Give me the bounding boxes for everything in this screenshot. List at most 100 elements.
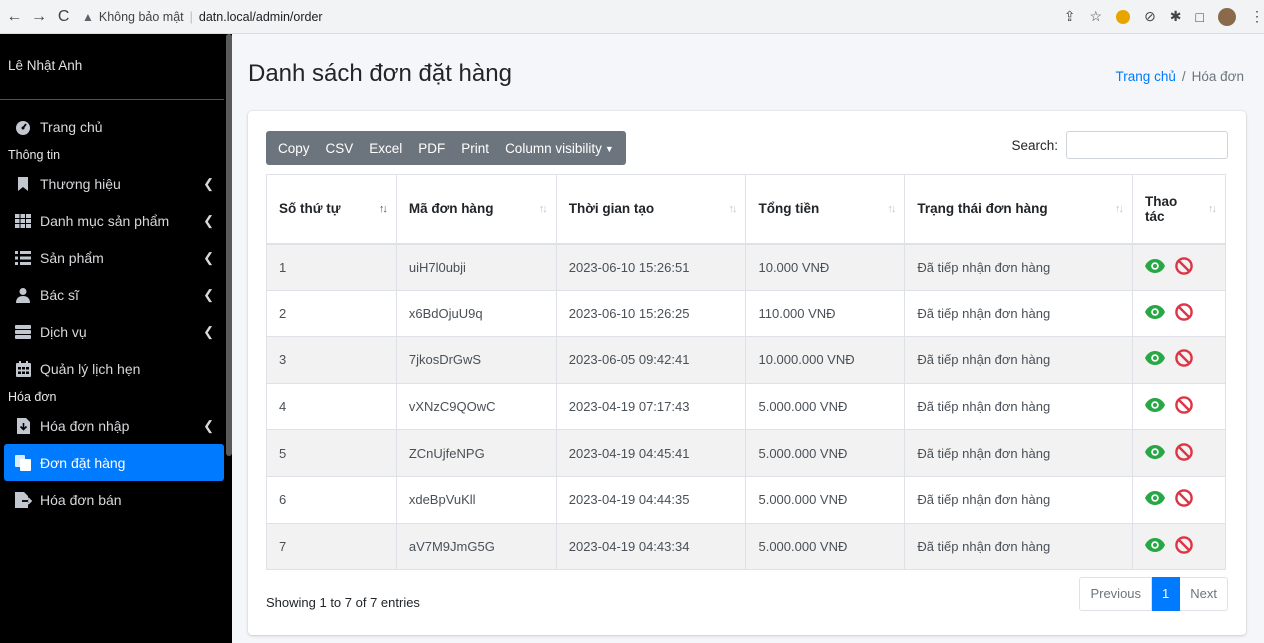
table-cell: xdeBpVuKll bbox=[395, 475, 557, 524]
view-eye-icon[interactable] bbox=[1145, 491, 1165, 508]
sidebar-item[interactable]: Hóa đơn nhập ❮ bbox=[0, 407, 224, 444]
chevron-left-icon[interactable]: ❮ bbox=[203, 324, 214, 340]
actions-cell bbox=[1132, 522, 1226, 571]
sort-arrows-icon: ↑↓ bbox=[887, 202, 896, 215]
sidebar-item[interactable]: Danh mục sản phẩm ❮ bbox=[0, 202, 224, 239]
previous-page-button[interactable]: Previous bbox=[1079, 577, 1153, 611]
sidebar-item[interactable]: Sản phẩm ❮ bbox=[0, 239, 224, 276]
more-menu-icon[interactable]: ⋮ bbox=[1250, 8, 1264, 25]
table-cell: Đã tiếp nhận đơn hàng bbox=[904, 243, 1133, 291]
doctor-icon bbox=[12, 287, 34, 303]
search-box: Search: bbox=[1011, 131, 1228, 159]
table-cell: ZCnUjfeNPG bbox=[395, 429, 557, 477]
share-icon[interactable]: ⇪ bbox=[1064, 8, 1076, 25]
user-name[interactable]: Lê Nhật Anh bbox=[0, 34, 224, 100]
file-export-icon bbox=[12, 491, 34, 508]
back-icon[interactable]: ← bbox=[4, 6, 25, 28]
bookmark-icon bbox=[12, 176, 34, 192]
print-button[interactable]: Print bbox=[453, 131, 497, 165]
orders-table: Số thứ tự ↑↓ Mã đơn hàng ↑↓ Thời gian tạo ↑↓ T… bbox=[266, 174, 1226, 571]
sidebar-menu: Trang chủ Thông tin Thương hiệu ❮ Danh mục s… bbox=[0, 100, 232, 518]
table-cell: 3 bbox=[266, 336, 397, 384]
sidebar-item-label: Thương hiệu bbox=[40, 175, 121, 192]
calendar-icon bbox=[12, 360, 34, 377]
table-cell: 2023-06-10 15:26:51 bbox=[555, 243, 747, 291]
view-eye-icon[interactable] bbox=[1145, 351, 1165, 368]
view-eye-icon[interactable] bbox=[1145, 444, 1165, 462]
csv-button[interactable]: CSV bbox=[318, 131, 362, 165]
column-header[interactable]: Số thứ tự ↑↓ bbox=[266, 174, 397, 245]
cancel-ban-icon[interactable] bbox=[1175, 303, 1193, 324]
chevron-left-icon[interactable]: ❮ bbox=[203, 213, 214, 229]
column-header[interactable]: Mã đơn hàng ↑↓ bbox=[395, 174, 557, 245]
table-cell: 5.000.000 VNĐ bbox=[745, 382, 906, 431]
view-eye-icon[interactable] bbox=[1145, 398, 1165, 415]
address-bar[interactable]: ▲ Không bảo mật | datn.local/admin/order bbox=[81, 3, 1054, 30]
table-cell: Đã tiếp nhận đơn hàng bbox=[904, 475, 1133, 524]
chevron-left-icon[interactable]: ❮ bbox=[203, 418, 214, 434]
view-eye-icon[interactable] bbox=[1145, 537, 1165, 555]
pdf-button[interactable]: PDF bbox=[410, 131, 453, 165]
url-separator: | bbox=[189, 9, 193, 24]
table-cell: aV7M9JmG5G bbox=[395, 522, 557, 571]
cancel-ban-icon[interactable] bbox=[1175, 396, 1193, 417]
view-eye-icon[interactable] bbox=[1145, 304, 1165, 322]
table-cell: uiH7l0ubji bbox=[395, 243, 557, 291]
column-header-label: Mã đơn hàng bbox=[408, 201, 494, 217]
table-cell: 5.000.000 VNĐ bbox=[745, 522, 906, 571]
sidebar-item[interactable]: Bác sĩ ❮ bbox=[0, 276, 224, 313]
table-cell: 5 bbox=[266, 429, 397, 477]
sidebar-item-label: Sản phẩm bbox=[40, 249, 104, 266]
sidebar-item[interactable]: Trang chủ bbox=[0, 108, 224, 145]
sort-arrows-icon: ↑↓ bbox=[728, 202, 737, 215]
column-visibility-button[interactable]: Column visibility ▼ bbox=[497, 131, 622, 165]
security-label: Không bảo mật bbox=[98, 9, 184, 24]
sidebar-item[interactable]: Đơn đặt hàng bbox=[4, 444, 224, 481]
next-page-button[interactable]: Next bbox=[1180, 577, 1228, 611]
chevron-left-icon[interactable]: ❮ bbox=[203, 287, 214, 303]
cancel-ban-icon[interactable] bbox=[1175, 489, 1193, 510]
pagination: Previous 1 Next bbox=[1079, 577, 1228, 611]
chevron-left-icon[interactable]: ❮ bbox=[203, 176, 214, 192]
table-cell: Đã tiếp nhận đơn hàng bbox=[904, 522, 1133, 571]
table-cell: 5.000.000 VNĐ bbox=[745, 429, 906, 477]
bookmark-star-icon[interactable]: ☆ bbox=[1090, 8, 1103, 25]
breadcrumb-home[interactable]: Trang chủ bbox=[1116, 69, 1176, 84]
sort-arrows-icon: ↑↓ bbox=[1115, 202, 1124, 215]
entries-info: Showing 1 to 7 of 7 entries bbox=[266, 595, 420, 610]
excel-button[interactable]: Excel bbox=[361, 131, 410, 165]
column-header[interactable]: Thao tác ↑↓ bbox=[1132, 174, 1226, 245]
page-title: Danh sách đơn đặt hàng bbox=[248, 60, 512, 87]
table-body: 1 uiH7l0ubji 2023-06-10 15:26:51 10.000 VNĐ… bbox=[266, 243, 1226, 571]
row-actions bbox=[1145, 442, 1213, 464]
actions-cell bbox=[1132, 475, 1226, 524]
compass-icon[interactable]: ⊘ bbox=[1144, 8, 1156, 25]
table-header-row: Số thứ tự ↑↓ Mã đơn hàng ↑↓ Thời gian tạo ↑↓ T… bbox=[266, 174, 1226, 245]
table-cell: Đã tiếp nhận đơn hàng bbox=[904, 336, 1133, 384]
puzzle-icon[interactable]: ✱ bbox=[1170, 8, 1182, 25]
cancel-ban-icon[interactable] bbox=[1175, 536, 1193, 557]
column-header-label: Số thứ tự bbox=[279, 201, 341, 217]
copy-button[interactable]: Copy bbox=[270, 131, 318, 165]
column-header-label: Thao tác bbox=[1145, 193, 1178, 224]
column-header[interactable]: Trạng thái đơn hàng ↑↓ bbox=[904, 174, 1133, 245]
sidebar-item[interactable]: Thương hiệu ❮ bbox=[0, 165, 224, 202]
cancel-ban-icon[interactable] bbox=[1175, 442, 1193, 464]
sidebar-item[interactable]: Quản lý lịch hẹn bbox=[0, 350, 224, 387]
sidebar-item[interactable]: Dịch vụ ❮ bbox=[0, 313, 224, 350]
profile-avatar[interactable] bbox=[1218, 7, 1236, 26]
search-input[interactable] bbox=[1066, 131, 1228, 159]
sidebar-item[interactable]: Hóa đơn bán bbox=[0, 481, 224, 518]
reload-icon[interactable]: C bbox=[53, 6, 74, 28]
chevron-left-icon[interactable]: ❮ bbox=[203, 250, 214, 266]
forward-icon[interactable]: → bbox=[29, 6, 50, 28]
view-eye-icon[interactable] bbox=[1145, 258, 1165, 276]
cancel-ban-icon[interactable] bbox=[1175, 256, 1193, 278]
column-header[interactable]: Tổng tiền ↑↓ bbox=[745, 174, 906, 245]
column-header[interactable]: Thời gian tạo ↑↓ bbox=[555, 174, 747, 245]
dashboard-icon bbox=[12, 119, 34, 135]
extension-icon[interactable] bbox=[1116, 9, 1131, 24]
page-1-button[interactable]: 1 bbox=[1152, 577, 1181, 611]
window-icon[interactable]: □ bbox=[1196, 9, 1204, 25]
cancel-ban-icon[interactable] bbox=[1175, 349, 1193, 370]
